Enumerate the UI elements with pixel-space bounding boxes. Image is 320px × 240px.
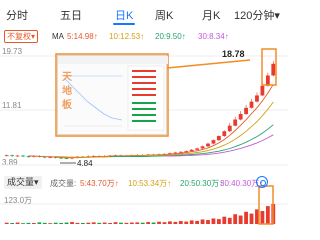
inset-row — [132, 120, 156, 122]
volume-bar — [53, 222, 58, 224]
limit-up-down-stamp: 天地板 — [62, 72, 72, 111]
vol5-value: 5:43.70万↑ — [80, 179, 119, 188]
volume-bars — [4, 204, 276, 224]
inset-tab-bar — [58, 56, 168, 64]
inset-row — [132, 108, 156, 110]
volume-bar — [97, 222, 102, 224]
volume-bar — [48, 223, 53, 224]
volume-bar — [222, 216, 227, 224]
volume-bar — [265, 206, 270, 224]
volume-bar — [162, 222, 167, 224]
volume-bar — [135, 222, 140, 224]
inset-row — [132, 76, 156, 78]
volume-bar — [244, 211, 248, 224]
volume-bar — [102, 222, 107, 224]
volume-bar — [238, 215, 243, 224]
vol10-value: 10:53.34万↑ — [128, 179, 172, 188]
candle-body — [216, 136, 221, 141]
volume-bar — [124, 222, 129, 224]
candle-body — [265, 75, 270, 86]
volume-bar — [211, 218, 216, 224]
candle-body — [195, 148, 200, 150]
volume-bar — [10, 223, 15, 224]
volume-bar — [15, 222, 20, 224]
volume-bar — [168, 221, 172, 224]
indicator-dropdown[interactable]: 成交量▾ — [4, 176, 42, 189]
volume-bar — [86, 222, 91, 224]
vol20-value: 20:50.30万↑ — [180, 179, 224, 188]
candle-body — [4, 155, 9, 157]
volume-prefix: 成交量: — [50, 179, 77, 188]
volume-bar — [42, 222, 47, 224]
inset-row — [132, 88, 156, 90]
candle-body — [15, 155, 20, 157]
volume-bar — [119, 222, 123, 224]
settings-gear-icon[interactable] — [256, 176, 268, 188]
volume-bar — [189, 220, 194, 224]
inset-row — [132, 114, 156, 116]
inset-row — [132, 70, 156, 72]
volume-bar — [200, 219, 205, 224]
inset-mini-chart — [58, 56, 168, 131]
high-price-label: 18.78 — [222, 49, 245, 59]
volume-bar — [173, 221, 178, 224]
volume-bar — [80, 223, 85, 224]
volume-bar — [260, 210, 265, 224]
volume-bar — [206, 220, 210, 224]
candle-body — [10, 155, 15, 157]
volume-bar — [70, 222, 74, 224]
volume-bar — [140, 222, 145, 224]
volume-bar — [91, 222, 96, 224]
inset-row — [132, 94, 156, 96]
volume-bar — [178, 221, 183, 224]
candle-body — [222, 131, 227, 137]
volume-bar — [249, 213, 254, 224]
candle-body — [178, 151, 183, 153]
volume-bar — [146, 222, 151, 224]
volume-bar — [4, 222, 9, 224]
volume-bar — [26, 222, 31, 224]
candle-body — [189, 149, 194, 152]
volume-bar — [108, 223, 112, 224]
volume-bar — [129, 222, 134, 224]
low-price-label: 4.84 — [77, 159, 93, 168]
candle-body — [244, 107, 248, 115]
volume-bar — [59, 223, 64, 224]
volume-legend: 成交量▾ 成交量: 5:43.70万↑ 10:53.34万↑ 20:50.30万… — [0, 176, 288, 190]
candle-body — [260, 85, 265, 96]
volume-bar — [157, 221, 161, 224]
volume-bar — [151, 222, 156, 224]
candle-body — [227, 125, 232, 132]
candle-body — [255, 95, 259, 102]
volume-axis-max: 123.0万 — [4, 196, 32, 205]
candle-body — [206, 143, 210, 147]
candle-body — [211, 140, 216, 144]
volume-bar — [216, 219, 221, 224]
volume-bar — [184, 221, 189, 224]
candle-body — [200, 146, 205, 149]
volume-bar — [37, 222, 42, 224]
volume-bar — [32, 223, 36, 224]
candle-body — [249, 101, 254, 108]
candle-body — [64, 158, 69, 159]
candle-body — [238, 114, 243, 120]
volume-bar — [227, 217, 232, 224]
volume-bar — [113, 222, 118, 224]
candle-body — [21, 155, 25, 157]
callout-line — [166, 59, 251, 69]
volume-bar — [233, 214, 238, 224]
inset-row — [132, 82, 156, 84]
volume-bar — [21, 223, 25, 224]
inset-thumbnail — [57, 55, 168, 135]
volume-bar — [75, 222, 80, 224]
inset-row — [132, 102, 156, 104]
volume-bar — [64, 222, 69, 224]
volume-bar — [195, 220, 200, 224]
candle-body — [233, 119, 238, 126]
candle-body — [271, 63, 276, 76]
